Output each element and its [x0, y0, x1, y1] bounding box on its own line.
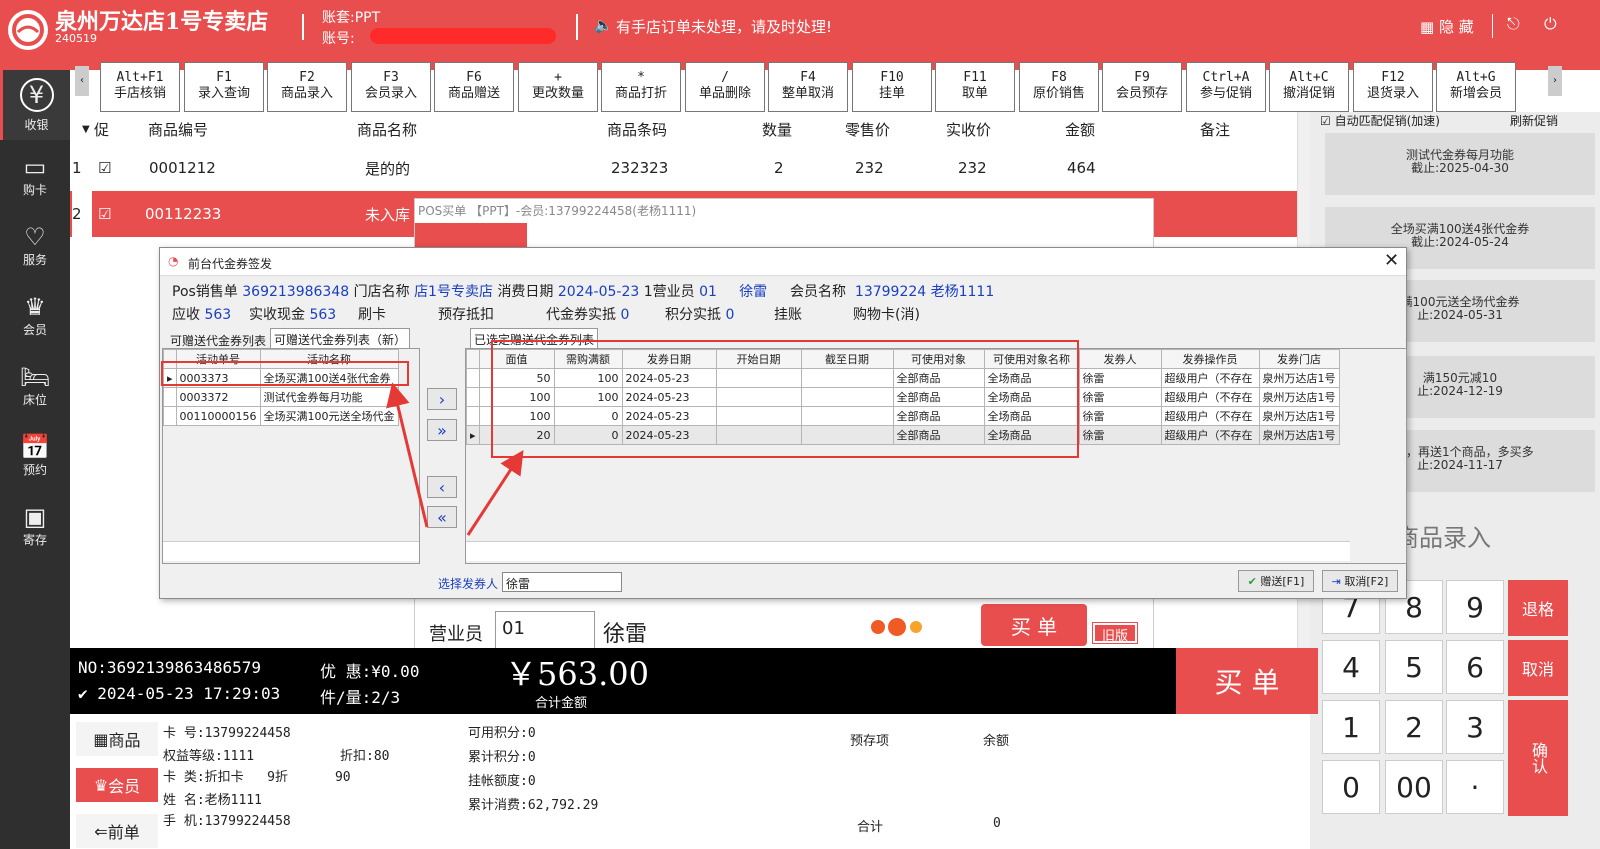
annotation-arrows: [386, 382, 524, 536]
